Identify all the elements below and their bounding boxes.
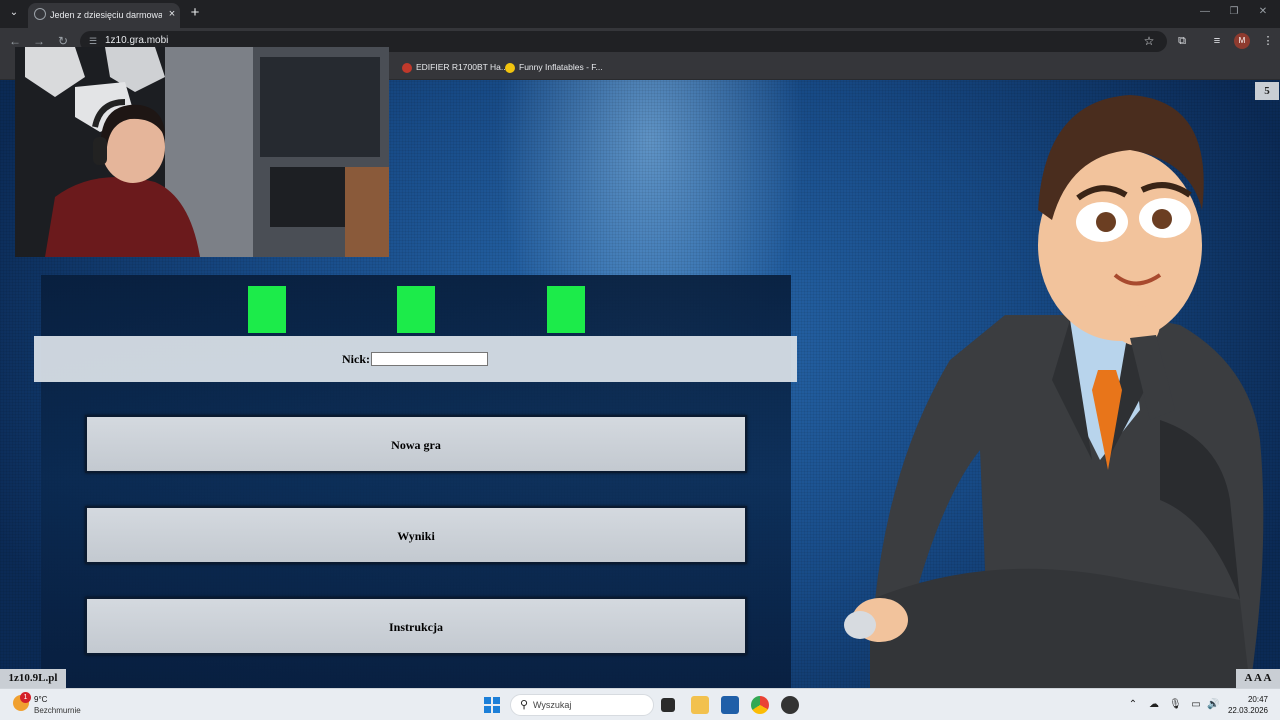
app-icon[interactable] [781, 696, 799, 714]
host-illustration [844, 95, 1264, 688]
restore-icon[interactable]: ❐ [1227, 5, 1241, 19]
game-panel: Nick: Nowa gra Wyniki Instrukcja [34, 275, 797, 688]
temperature: 9°C [34, 695, 48, 704]
weather-condition: Bezchmurnie [34, 706, 81, 715]
bookmark-label: EDIFIER R1700BT Ha... [416, 62, 508, 72]
search-placeholder: Wyszukaj [533, 700, 572, 710]
browser-tab[interactable]: Jeden z dziesięciu darmowa gra × [28, 3, 180, 28]
life-indicator [248, 286, 286, 333]
chrome-icon[interactable] [751, 696, 769, 714]
tune-icon[interactable]: ☰ [86, 34, 100, 48]
nick-input[interactable] [371, 352, 488, 366]
tab-favicon-icon [34, 8, 46, 20]
webcam-overlay [15, 47, 389, 257]
instructions-button[interactable]: Instrukcja [85, 597, 747, 655]
font-size-control[interactable]: A A A [1236, 669, 1280, 688]
tab-title: Jeden z dziesięciu darmowa gra [50, 10, 162, 20]
life-indicator [397, 286, 435, 333]
bookmark-favicon-icon [402, 62, 412, 73]
new-tab-button[interactable]: + [188, 4, 202, 22]
bookmark-favicon-icon [505, 62, 515, 73]
search-icon: ⚲ [519, 699, 529, 711]
chevron-down-icon[interactable]: ⌄ [5, 4, 23, 22]
star-icon[interactable]: ☆ [1142, 34, 1156, 48]
clock-date[interactable]: 22.03.2026 [1224, 705, 1268, 716]
bookmark-item[interactable]: EDIFIER R1700BT Ha... [402, 60, 508, 74]
monitor-icon[interactable]: ▭ [1190, 698, 1202, 711]
close-window-icon[interactable]: ✕ [1256, 5, 1270, 19]
windows-start-icon[interactable] [484, 697, 500, 713]
nick-bar: Nick: [34, 336, 797, 382]
life-indicator [547, 286, 585, 333]
url-text: 1z10.gra.mobi [105, 35, 169, 46]
new-game-button[interactable]: Nowa gra [85, 415, 747, 473]
new-game-label: Nowa gra [391, 438, 441, 452]
instructions-label: Instrukcja [388, 620, 443, 634]
question-counter: 5 [1255, 82, 1279, 100]
chevron-up-icon[interactable]: ⌃ [1127, 698, 1139, 711]
store-icon[interactable] [721, 696, 739, 714]
microphone-icon[interactable]: 🎙 [1169, 698, 1182, 711]
task-view-icon[interactable] [661, 698, 675, 712]
results-button[interactable]: Wyniki [85, 506, 747, 564]
results-label: Wyniki [397, 529, 435, 543]
lives-bar [41, 275, 791, 335]
bookmark-label: Funny Inflatables - F... [519, 62, 603, 72]
taskbar-search[interactable]: ⚲ Wyszukaj [510, 694, 654, 716]
minimize-icon[interactable]: — [1198, 5, 1212, 19]
volume-icon[interactable]: 🔊 [1207, 698, 1219, 711]
clock-time[interactable]: 20:47 [1224, 694, 1268, 705]
browser-tabstrip: ⌄ Jeden z dziesięciu darmowa gra × + — ❐… [0, 0, 1280, 28]
cloud-icon[interactable]: ☁ [1148, 698, 1160, 711]
taskbar: 1 9°C Bezchmurnie ⚲ Wyszukaj ⌃ ☁ 🎙 ▭ 🔊 2… [0, 688, 1280, 720]
screen: ⌄ Jeden z dziesięciu darmowa gra × + — ❐… [0, 0, 1280, 720]
avatar[interactable]: M [1234, 33, 1250, 49]
nick-label: Nick: [342, 352, 370, 366]
puzzle-icon[interactable]: ⧉ [1174, 33, 1190, 49]
bookmark-item[interactable]: Funny Inflatables - F... [505, 60, 603, 74]
queue-icon[interactable]: ≡ [1209, 33, 1225, 49]
close-icon[interactable]: × [166, 7, 178, 21]
site-link[interactable]: 1z10.9L.pl [0, 669, 66, 688]
file-explorer-icon[interactable] [691, 696, 709, 714]
kebab-menu-icon[interactable]: ⋮ [1260, 33, 1276, 49]
notification-badge: 1 [20, 692, 31, 703]
